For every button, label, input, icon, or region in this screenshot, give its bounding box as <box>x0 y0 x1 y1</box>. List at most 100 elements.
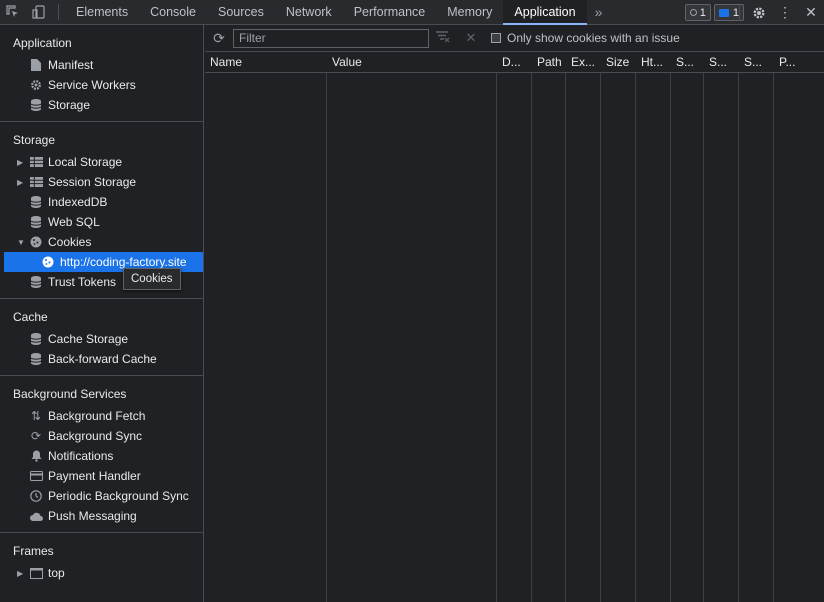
tab-application[interactable]: Application <box>503 0 587 25</box>
table-column-divider <box>497 52 532 602</box>
table-header-row: Name Value D... Path Ex... Size Ht... S.… <box>205 52 824 73</box>
frame-window-icon <box>29 566 43 580</box>
clock-icon <box>29 489 43 503</box>
database-icon <box>29 332 43 346</box>
sidebar-item-label: Cookies <box>48 235 92 249</box>
sidebar-section-frames: Frames ▶ top <box>0 541 203 589</box>
column-header-name[interactable]: Name <box>205 52 327 72</box>
column-header-sameparty[interactable]: S... <box>739 52 774 72</box>
sidebar-item-label: Service Workers <box>48 78 136 92</box>
gear-icon[interactable] <box>746 0 772 25</box>
expand-arrow-icon[interactable]: ▶ <box>17 569 29 578</box>
tab-performance[interactable]: Performance <box>343 0 437 25</box>
expand-arrow-icon[interactable]: ▶ <box>17 158 29 167</box>
issues-count: 1 <box>699 6 706 19</box>
refresh-icon[interactable]: ⟳ <box>205 30 233 47</box>
cookie-icon <box>29 235 43 249</box>
filter-input[interactable] <box>233 28 429 48</box>
sidebar-item-storage[interactable]: Storage <box>0 95 203 115</box>
sidebar-item-background-fetch[interactable]: ⇅ Background Fetch <box>0 406 203 426</box>
cloud-icon <box>29 509 43 523</box>
only-issues-checkbox[interactable] <box>491 33 501 43</box>
tab-sources[interactable]: Sources <box>207 0 275 25</box>
sidebar-item-periodic-background-sync[interactable]: Periodic Background Sync <box>0 486 203 506</box>
cookies-panel: ⟳ ✕ Only show cookies with an issue Name… <box>205 25 824 602</box>
clear-filtered-icon[interactable] <box>429 30 457 46</box>
up-down-arrows-icon: ⇅ <box>30 409 42 423</box>
column-header-path[interactable]: Path <box>532 52 566 72</box>
sidebar-item-label: http://coding-factory.site <box>60 255 187 269</box>
gear-icon <box>29 78 43 92</box>
database-icon <box>29 215 43 229</box>
collapse-arrow-icon[interactable]: ▼ <box>17 238 29 247</box>
sidebar-item-service-workers[interactable]: Service Workers <box>0 75 203 95</box>
sidebar-item-web-sql[interactable]: Web SQL <box>0 212 203 232</box>
issue-icon <box>689 9 697 16</box>
sidebar-item-label: IndexedDB <box>48 195 108 209</box>
sidebar-item-label: Background Fetch <box>48 409 146 423</box>
sidebar-item-local-storage[interactable]: ▶ Local Storage <box>0 152 203 172</box>
sidebar-item-back-forward-cache[interactable]: Back-forward Cache <box>0 349 203 369</box>
database-icon <box>29 275 43 289</box>
column-header-priority[interactable]: P... <box>774 52 824 72</box>
database-icon <box>29 98 43 112</box>
sidebar-item-label: Cache Storage <box>48 332 129 346</box>
sidebar-item-push-messaging[interactable]: Push Messaging <box>0 506 203 526</box>
column-header-domain[interactable]: D... <box>497 52 532 72</box>
database-icon <box>29 352 43 366</box>
column-header-value[interactable]: Value <box>327 52 497 72</box>
toolbar-right-icons: ⋮ ✕ <box>733 0 824 25</box>
inspect-element-icon[interactable] <box>0 0 26 25</box>
sidebar-item-cookies[interactable]: ▼ Cookies <box>0 232 203 252</box>
expand-arrow-icon[interactable]: ▶ <box>17 178 29 187</box>
delete-x-icon[interactable]: ✕ <box>457 30 485 46</box>
table-column-divider <box>205 52 327 602</box>
section-title: Cache <box>13 310 48 324</box>
tab-network[interactable]: Network <box>275 0 343 25</box>
sidebar-item-session-storage[interactable]: ▶ Session Storage <box>0 172 203 192</box>
sidebar-item-label: Payment Handler <box>48 469 141 483</box>
close-icon[interactable]: ✕ <box>798 0 824 25</box>
sidebar-item-frame-top[interactable]: ▶ top <box>0 563 203 583</box>
table-column-divider <box>601 52 636 602</box>
column-header-size[interactable]: Size <box>601 52 636 72</box>
tab-memory[interactable]: Memory <box>436 0 503 25</box>
sync-icon: ⟳ <box>30 429 42 443</box>
sidebar-item-manifest[interactable]: Manifest <box>0 55 203 75</box>
sidebar-section-application: Application Manifest Service Workers Sto… <box>0 33 203 122</box>
tooltip: Cookies <box>123 268 181 290</box>
sidebar-item-background-sync[interactable]: ⟳ Background Sync <box>0 426 203 446</box>
toolbar-divider <box>739 4 740 21</box>
tab-elements[interactable]: Elements <box>65 0 139 25</box>
cookie-icon <box>41 255 55 269</box>
sidebar-section-cache: Cache Cache Storage Back-forward Cache <box>0 307 203 376</box>
column-header-samesite[interactable]: S... <box>704 52 739 72</box>
column-header-httponly[interactable]: Ht... <box>636 52 671 72</box>
sidebar-item-label: Notifications <box>48 449 114 463</box>
sidebar-item-notifications[interactable]: Notifications <box>0 446 203 466</box>
device-toolbar-icon[interactable] <box>26 0 52 25</box>
issues-badge[interactable]: 1 <box>684 4 711 21</box>
sidebar-item-label: Background Sync <box>48 429 143 443</box>
column-header-expires[interactable]: Ex... <box>566 52 601 72</box>
sidebar-item-label: Storage <box>48 98 91 112</box>
message-icon <box>718 8 729 17</box>
application-sidebar: Application Manifest Service Workers Sto… <box>0 25 204 602</box>
sidebar-item-payment-handler[interactable]: Payment Handler <box>0 466 203 486</box>
more-options-icon[interactable]: ⋮ <box>772 0 798 25</box>
database-icon <box>29 195 43 209</box>
sidebar-item-label: top <box>48 566 65 580</box>
bell-icon <box>29 449 43 463</box>
tab-console[interactable]: Console <box>139 0 207 25</box>
sidebar-item-indexeddb[interactable]: IndexedDB <box>0 192 203 212</box>
column-header-secure[interactable]: S... <box>671 52 704 72</box>
sidebar-item-cache-storage[interactable]: Cache Storage <box>0 329 203 349</box>
section-title: Frames <box>13 544 54 558</box>
table-column-divider <box>566 52 601 602</box>
table-grid-icon <box>29 175 43 189</box>
table-column-divider <box>636 52 671 602</box>
more-tabs-button[interactable]: » <box>587 4 611 20</box>
section-title: Storage <box>13 133 56 147</box>
sidebar-section-background-services: Background Services ⇅ Background Fetch ⟳… <box>0 384 203 533</box>
file-icon <box>29 58 43 72</box>
